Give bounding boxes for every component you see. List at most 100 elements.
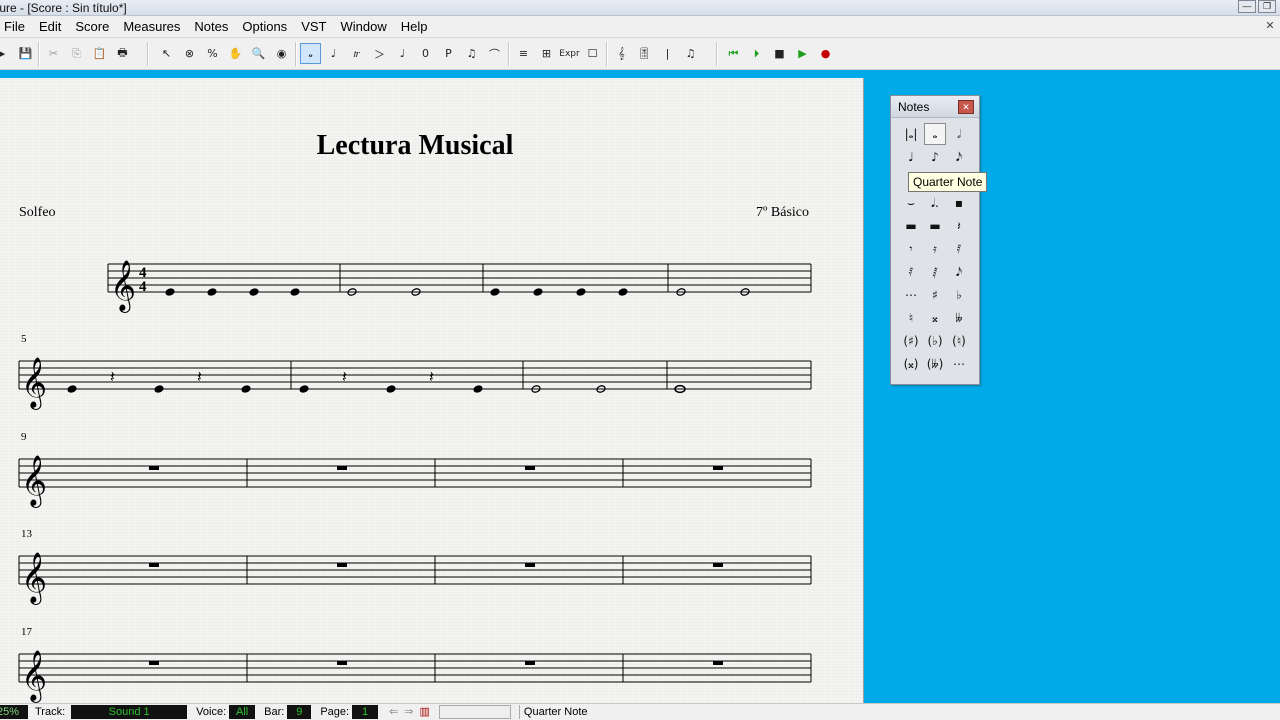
lines-tool-icon[interactable]: ≡: [513, 43, 534, 64]
expression-tool-icon[interactable]: Expr: [559, 43, 580, 64]
menu-bar: File Edit Score Measures Notes Options V…: [0, 16, 1280, 38]
play-icon[interactable]: ▶: [792, 43, 813, 64]
dynamics-tool-icon[interactable]: P: [438, 43, 459, 64]
palette-symbol-icon[interactable]: 𝅀: [948, 238, 970, 260]
menu-edit[interactable]: Edit: [32, 19, 68, 34]
palette-symbol-icon[interactable]: 𝅘𝅥𝅯: [948, 261, 970, 283]
palette-symbol-icon[interactable]: ♮: [900, 307, 922, 329]
palette-close-icon[interactable]: ✕: [958, 100, 974, 114]
palette-symbol-icon[interactable]: 𝄽: [948, 215, 970, 237]
barline-tool-icon[interactable]: |: [657, 43, 678, 64]
bar-field[interactable]: 9: [287, 705, 312, 719]
palette-symbol-icon[interactable]: 𝄫: [948, 307, 970, 329]
frame-tool-icon[interactable]: ☐: [582, 43, 603, 64]
select-tool-icon[interactable]: ↖: [156, 43, 177, 64]
treble-clef-icon: 𝄞: [21, 357, 47, 410]
palette-symbol-icon[interactable]: ▬: [924, 215, 946, 237]
print-icon[interactable]: 🖶: [112, 43, 133, 64]
palette-symbol-icon[interactable]: ♪: [924, 146, 946, 168]
layout-tool-icon[interactable]: ⊞: [536, 43, 557, 64]
palette-symbol-icon[interactable]: ▪: [948, 192, 970, 214]
palette-symbol-icon[interactable]: (♭): [924, 330, 946, 352]
beam-tool-icon[interactable]: ♫: [461, 43, 482, 64]
palette-symbol-icon[interactable]: 𝄿: [924, 238, 946, 260]
zoom-tool-icon[interactable]: 🔍: [248, 43, 269, 64]
clef-tool-icon[interactable]: 𝄞: [611, 43, 632, 64]
palette-symbol-icon[interactable]: 𝅘𝅥.: [924, 192, 946, 214]
palette-symbol-icon[interactable]: 𝅀: [900, 261, 922, 283]
menu-notes[interactable]: Notes: [187, 19, 235, 34]
chord-tool-icon[interactable]: ♩: [323, 43, 344, 64]
staff-system-5: [18, 653, 812, 683]
svg-text:𝄽: 𝄽: [197, 367, 202, 386]
palette-symbol-icon[interactable]: ♩: [900, 146, 922, 168]
palette-symbol-icon[interactable]: 𝅝: [924, 123, 946, 145]
open-icon[interactable]: ▸: [0, 43, 13, 64]
palette-symbol-icon[interactable]: |𝅝|: [900, 123, 922, 145]
palette-symbol-icon[interactable]: 𝅁: [924, 261, 946, 283]
palette-symbol-icon[interactable]: 𝄾: [900, 238, 922, 260]
keyboard-icon[interactable]: ▥: [417, 705, 433, 719]
fingering-tool-icon[interactable]: 0: [415, 43, 436, 64]
voice-label: Voice:: [196, 706, 227, 718]
menu-help[interactable]: Help: [394, 19, 435, 34]
copy-icon[interactable]: ⎘: [66, 43, 87, 64]
palette-symbol-icon[interactable]: ▬: [900, 215, 922, 237]
ornament-tool-icon[interactable]: 𝆖: [346, 43, 367, 64]
next-page-icon[interactable]: ⇒: [401, 705, 416, 719]
minimize-button[interactable]: —: [1238, 0, 1256, 13]
cut-icon[interactable]: ✂: [43, 43, 64, 64]
menu-file[interactable]: File: [0, 19, 32, 34]
paste-icon[interactable]: 📋: [89, 43, 110, 64]
track-select[interactable]: Sound 1: [71, 705, 188, 719]
score-page[interactable]: Lectura Musical Solfeo 7º Básico 5 9 13 …: [0, 78, 864, 703]
document-close-icon[interactable]: ✕: [1262, 19, 1278, 35]
progress-field: [438, 705, 511, 719]
page-field[interactable]: 1: [352, 705, 379, 719]
staff-system-2: [18, 360, 812, 390]
palette-symbol-icon[interactable]: 𝅘𝅥𝅯: [948, 146, 970, 168]
svg-text:𝄽: 𝄽: [342, 367, 347, 386]
menu-vst[interactable]: VST: [294, 19, 333, 34]
menu-measures[interactable]: Measures: [116, 19, 187, 34]
record-icon[interactable]: ●: [815, 43, 836, 64]
note-entry-icon[interactable]: 𝅝: [300, 43, 321, 64]
palette-symbol-icon[interactable]: ♭: [948, 284, 970, 306]
palette-symbol-icon[interactable]: ⋯: [948, 353, 970, 375]
restore-button[interactable]: ❐: [1258, 0, 1276, 13]
palette-symbol-icon[interactable]: ⋯: [900, 284, 922, 306]
palette-symbol-icon[interactable]: 𝅗𝅥: [948, 123, 970, 145]
hand-tool-icon[interactable]: ✋: [225, 43, 246, 64]
percent-tool-icon[interactable]: %: [202, 43, 223, 64]
menu-options[interactable]: Options: [235, 19, 294, 34]
palette-symbol-icon[interactable]: (𝄪): [900, 353, 922, 375]
svg-text:𝄽: 𝄽: [110, 367, 115, 386]
palette-symbol-icon[interactable]: (♮): [948, 330, 970, 352]
prev-page-icon[interactable]: ⇐: [386, 705, 401, 719]
page-label: Page:: [320, 706, 350, 718]
slur-tool-icon[interactable]: ⌒: [484, 43, 505, 64]
speaker-tool-icon[interactable]: ◉: [271, 43, 292, 64]
staff-system-3: [18, 458, 812, 488]
play-from-icon[interactable]: ⏵: [746, 43, 767, 64]
erase-tool-icon[interactable]: ⊗: [179, 43, 200, 64]
voice-select[interactable]: All: [229, 705, 256, 719]
articulation-tool-icon[interactable]: ♩: [392, 43, 413, 64]
stop-icon[interactable]: ■: [769, 43, 790, 64]
rewind-icon[interactable]: ⏮: [723, 43, 744, 64]
palette-symbol-icon[interactable]: ♯: [924, 284, 946, 306]
whole-rests: [149, 466, 723, 665]
menu-window[interactable]: Window: [333, 19, 393, 34]
menu-score[interactable]: Score: [68, 19, 116, 34]
palette-symbol-icon[interactable]: (𝄫): [924, 353, 946, 375]
save-icon[interactable]: 💾: [15, 43, 36, 64]
midi-tool-icon[interactable]: ♫: [680, 43, 701, 64]
palette-symbol-icon[interactable]: ⌣: [900, 192, 922, 214]
toolbar: ▸ 💾 ✂ ⎘ 📋 🖶 ↖ ⊗ % ✋ 🔍 ◉ 𝅝 ♩ 𝆖 ＞ ♩ 0 P ♫ …: [0, 38, 1280, 70]
palette-symbol-icon[interactable]: 𝄪: [924, 307, 946, 329]
mixer-tool-icon[interactable]: 🎚: [634, 43, 655, 64]
accent-tool-icon[interactable]: ＞: [369, 43, 390, 64]
svg-text:4: 4: [139, 279, 147, 295]
zoom-field[interactable]: 25%: [0, 705, 28, 719]
palette-symbol-icon[interactable]: (♯): [900, 330, 922, 352]
